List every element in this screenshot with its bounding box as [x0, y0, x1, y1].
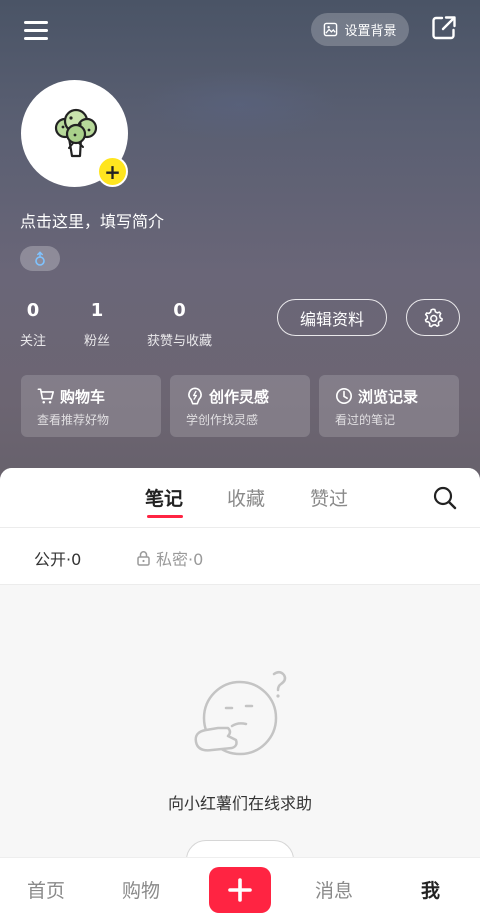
avatar-add-button[interactable]: + [97, 156, 128, 187]
visibility-subtabs: 公开·0 私密·0 [0, 528, 480, 585]
publish-button[interactable] [209, 867, 271, 913]
menu-icon[interactable] [18, 12, 54, 48]
nav-shopping[interactable]: 购物 [122, 876, 160, 903]
background-cloud [140, 70, 340, 140]
browsing-history-card[interactable]: 浏览记录 看过的笔记 [319, 375, 459, 437]
tab-liked[interactable]: 赞过 [310, 484, 348, 511]
broccoli-avatar-icon [54, 108, 97, 157]
set-background-label: 设置背景 [344, 24, 397, 39]
stat-followers[interactable]: 1 粉丝 [84, 300, 110, 349]
image-icon [324, 22, 338, 37]
search-icon[interactable] [432, 485, 458, 511]
share-icon[interactable] [426, 10, 462, 46]
card-subtitle: 看过的笔记 [335, 413, 396, 427]
tab-collections[interactable]: 收藏 [227, 484, 265, 511]
nav-home[interactable]: 首页 [27, 876, 65, 903]
thinking-face-icon [194, 671, 287, 756]
stat-value: 0 [26, 300, 40, 321]
content-panel: 笔记 收藏 赞过 公开·0 私密·0 向小红薯们在线求助 [0, 468, 480, 868]
content-tabs: 笔记 收藏 赞过 [0, 468, 480, 528]
bottom-navigation: 首页 购物 消息 我 [0, 857, 480, 917]
stat-label: 获赞与收藏 [147, 334, 213, 349]
tab-notes[interactable]: 笔记 [145, 484, 183, 511]
male-symbol-icon [35, 250, 45, 266]
card-title: 创作灵感 [209, 387, 270, 406]
empty-state-text: 向小红薯们在线求助 [167, 794, 312, 813]
plus-icon [228, 878, 252, 902]
stat-value: 0 [173, 300, 186, 321]
stat-value: 1 [90, 300, 104, 321]
card-subtitle: 学创作找灵感 [186, 413, 259, 427]
gear-icon [424, 308, 443, 327]
lock-icon [137, 551, 150, 566]
stat-label: 粉丝 [84, 334, 111, 349]
creative-inspiration-card[interactable]: 创作灵感 学创作找灵感 [170, 375, 310, 437]
settings-button[interactable] [406, 299, 460, 336]
card-title: 购物车 [60, 387, 106, 406]
set-background-button[interactable]: 设置背景 [311, 13, 409, 46]
stat-likes-and-collections[interactable]: 0 获赞与收藏 [147, 300, 212, 349]
edit-profile-button[interactable]: 编辑资料 [277, 299, 387, 336]
profile-header: 设置背景 + 点击这里，填写简介 0 关注 1 粉丝 0 获赞与收藏 编辑资料 … [0, 0, 480, 500]
subtab-public[interactable]: 公开·0 [34, 546, 81, 570]
cart-icon [37, 388, 55, 404]
gender-badge [20, 246, 60, 271]
bio-prompt[interactable]: 点击这里，填写简介 [20, 208, 164, 232]
stat-following[interactable]: 0 关注 [20, 300, 46, 349]
subtab-private-label: 私密·0 [156, 550, 204, 569]
clock-icon [335, 387, 353, 405]
card-subtitle: 查看推荐好物 [37, 413, 110, 427]
nav-me[interactable]: 我 [421, 876, 440, 903]
subtab-private[interactable]: 私密·0 [136, 546, 203, 570]
stat-label: 关注 [20, 334, 47, 349]
nav-messages[interactable]: 消息 [315, 876, 353, 903]
card-title: 浏览记录 [358, 387, 419, 406]
lightbulb-icon [188, 387, 202, 405]
active-tab-indicator [147, 515, 183, 518]
shopping-cart-card[interactable]: 购物车 查看推荐好物 [21, 375, 161, 437]
